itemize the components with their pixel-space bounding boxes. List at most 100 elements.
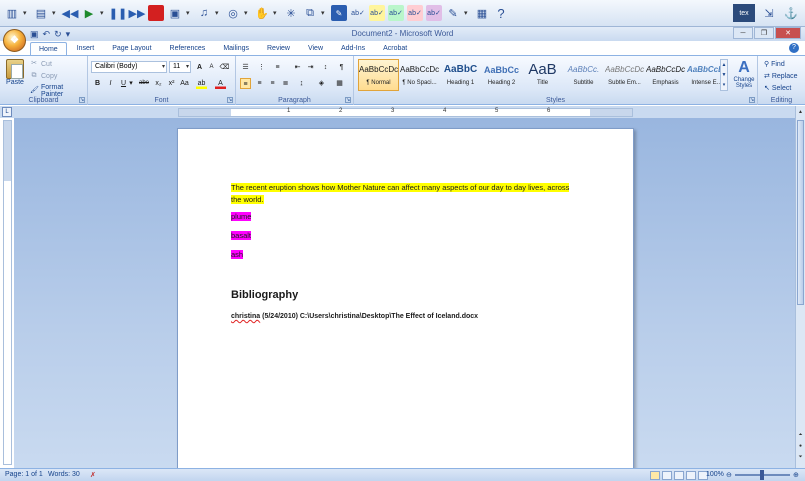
style-heading-2[interactable]: AaBbCc Heading 2 [481, 59, 522, 91]
clear-format-icon[interactable]: ⌫ [219, 62, 230, 73]
scrollbar-thumb[interactable] [797, 120, 804, 305]
help-icon[interactable]: ? [493, 5, 509, 21]
zoom-in-icon[interactable]: ⊕ [793, 471, 799, 479]
chevron-down-icon[interactable]: ▾ [464, 5, 471, 21]
audio-icon[interactable]: ♫ [196, 5, 212, 21]
chevron-down-icon[interactable]: ▾ [244, 5, 251, 21]
font-size-box[interactable]: 11 ▾ [169, 61, 191, 73]
tab-page-layout[interactable]: Page Layout [104, 42, 159, 55]
zoom-slider-knob[interactable] [760, 470, 764, 480]
keyword-ash[interactable]: ash [231, 249, 244, 261]
expand-icon[interactable]: ⇲ [761, 5, 777, 21]
tab-references[interactable]: References [162, 42, 214, 55]
chevron-down-icon[interactable]: ▾ [23, 5, 30, 21]
layers-icon[interactable]: ⧉ [302, 5, 318, 21]
sort-icon[interactable]: ↕ [320, 62, 331, 73]
rewind-icon[interactable]: ◀◀ [62, 5, 79, 21]
horizontal-ruler[interactable]: 1 2 3 4 5 6 [178, 108, 633, 117]
paste-button[interactable]: Paste [4, 59, 26, 86]
chevron-down-icon[interactable]: ▾ [186, 62, 189, 72]
vertical-ruler[interactable] [3, 120, 12, 465]
shrink-font-button[interactable]: A [206, 62, 217, 73]
font-name-box[interactable]: Calibri (Body) ▾ [91, 61, 167, 73]
outline-icon[interactable] [686, 471, 696, 480]
chevron-down-icon[interactable]: ▾ [100, 5, 107, 21]
strikethrough-button[interactable]: abe [136, 78, 152, 89]
increase-indent-icon[interactable]: ⇥ [305, 62, 316, 73]
cut-button[interactable]: ✂ Cut [30, 60, 52, 68]
change-case-button[interactable]: Aa [179, 78, 190, 89]
proofing-icon[interactable]: ✗ [90, 471, 96, 479]
select-browse-object-icon[interactable]: ● [796, 442, 805, 451]
previous-page-icon[interactable]: ⏶ [796, 431, 805, 440]
toolbar-app-icon[interactable]: ▥ [4, 5, 20, 21]
tex-button[interactable]: tex [733, 4, 755, 22]
scroll-up-icon[interactable]: ▲ [796, 108, 805, 117]
chevron-down-icon[interactable]: ▾ [186, 5, 193, 21]
align-center-icon[interactable]: ≡ [254, 78, 265, 89]
tab-home[interactable]: Home [30, 42, 67, 55]
dictionary-icon[interactable]: ✎ [331, 5, 347, 21]
full-screen-reading-icon[interactable] [662, 471, 672, 480]
chevron-down-icon[interactable]: ▾ [52, 5, 59, 21]
spell-check-green-icon[interactable]: ab✓ [388, 5, 404, 21]
help-icon[interactable]: ? [789, 43, 799, 53]
spell-check-icon[interactable]: ab✓ [350, 5, 366, 21]
highlight-color-icon[interactable]: ab [196, 78, 207, 89]
style-subtitle[interactable]: AaBbCc. Subtitle [563, 59, 604, 91]
highlight-icon[interactable]: ✎ [445, 5, 461, 21]
style-heading-1[interactable]: AaBbC Heading 1 [440, 59, 481, 91]
minimize-button[interactable]: ─ [733, 27, 753, 39]
zoom-out-icon[interactable]: ⊖ [726, 471, 732, 479]
keyword-basalt[interactable]: basalt [231, 230, 252, 242]
spell-check-yellow-icon[interactable]: ab✓ [369, 5, 385, 21]
office-button[interactable]: ❖ [3, 29, 26, 52]
styles-gallery-scroll[interactable]: ▲ ▼ ▾ [720, 59, 728, 91]
pause-icon[interactable]: ❚❚ [109, 5, 127, 21]
numbering-icon[interactable]: ⋮ [256, 62, 267, 73]
tab-selector-button[interactable]: L [2, 107, 12, 117]
dialog-launcher-icon[interactable]: ↘ [79, 97, 85, 103]
bullets-icon[interactable]: ☰ [240, 62, 251, 73]
globe-icon[interactable]: ◎ [225, 5, 241, 21]
fast-forward-icon[interactable]: ▶▶ [129, 5, 146, 21]
tab-view[interactable]: View [300, 42, 331, 55]
replace-button[interactable]: ⇄ Replace [764, 72, 798, 80]
restore-button[interactable]: ❐ [754, 27, 774, 39]
word-count[interactable]: Words: 30 [48, 471, 80, 478]
hand-icon[interactable]: ✋ [254, 5, 270, 21]
anchor-icon[interactable]: ⚓ [783, 5, 799, 21]
next-page-icon[interactable]: ⏷ [796, 453, 805, 462]
style-subtle-emphasis[interactable]: AaBbCcDc Subtle Em... [604, 59, 645, 91]
style-no-spacing[interactable]: AaBbCcDc ¶ No Spaci... [399, 59, 440, 91]
decrease-indent-icon[interactable]: ⇤ [292, 62, 303, 73]
body-paragraph[interactable]: The recent eruption shows how Mother Nat… [231, 182, 581, 206]
style-emphasis[interactable]: AaBbCcDc Emphasis [645, 59, 686, 91]
superscript-button[interactable]: x² [166, 78, 177, 89]
calculator-icon[interactable]: ▦ [474, 5, 490, 21]
tab-review[interactable]: Review [259, 42, 298, 55]
tab-insert[interactable]: Insert [69, 42, 103, 55]
align-right-icon[interactable]: ≡ [267, 78, 278, 89]
spell-check-red-icon[interactable]: ab✓ [407, 5, 423, 21]
bibliography-heading[interactable]: Bibliography [231, 289, 298, 301]
dialog-launcher-icon[interactable]: ↘ [227, 97, 233, 103]
tool-icon[interactable]: ▤ [33, 5, 49, 21]
multilevel-list-icon[interactable]: ≡ [272, 62, 283, 73]
chevron-down-icon[interactable]: ▾ [128, 78, 134, 89]
italic-button[interactable]: I [105, 78, 116, 89]
web-layout-icon[interactable] [674, 471, 684, 480]
dialog-launcher-icon[interactable]: ↘ [345, 97, 351, 103]
style-normal[interactable]: AaBbCcDc ¶ Normal [358, 59, 399, 91]
star-icon[interactable]: ✳ [283, 5, 299, 21]
change-styles-button[interactable]: A Change Styles [731, 59, 757, 89]
line-spacing-icon[interactable]: ↨ [296, 78, 307, 89]
align-left-icon[interactable]: ≡ [240, 78, 251, 89]
keyword-plume[interactable]: plume [231, 211, 252, 223]
chevron-down-icon[interactable]: ▾ [273, 5, 280, 21]
play-icon[interactable]: ▶ [81, 5, 97, 21]
close-button[interactable]: ✕ [775, 27, 801, 39]
document-page[interactable]: The recent eruption shows how Mother Nat… [177, 128, 634, 473]
screen-icon[interactable]: ▣ [167, 5, 183, 21]
tab-acrobat[interactable]: Acrobat [375, 42, 415, 55]
